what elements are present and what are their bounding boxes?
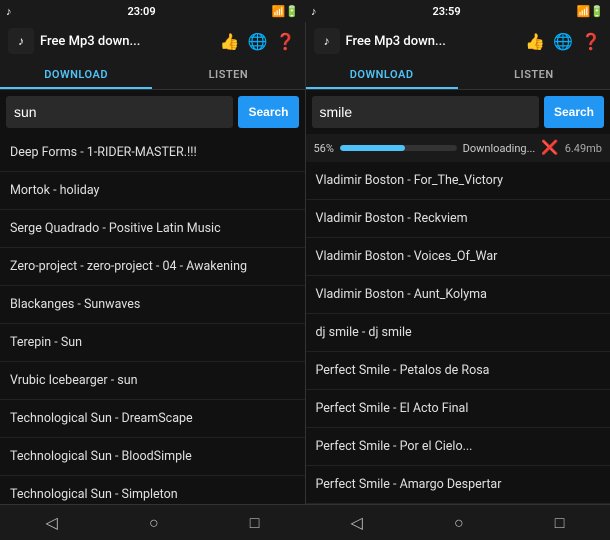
search-row-right: Search <box>306 90 610 134</box>
song-item-8-right[interactable]: Perfect Smile - Amargo Despertar <box>306 466 610 504</box>
song-item-8-left[interactable]: Technological Sun - BloodSimple <box>0 438 305 476</box>
app-icon-right: ♪ <box>314 28 340 54</box>
nav-recents-button-right[interactable]: □ <box>545 509 575 537</box>
nav-back-button-left[interactable]: ◁ <box>36 509 68 536</box>
song-list-left: Deep Forms - 1-RIDER-MASTER.!!!Mortok - … <box>0 134 305 504</box>
app-header-right: ♪ Free Mp3 down... 👍 🌐 ❓ <box>306 22 610 60</box>
app-title-right: Free Mp3 down... <box>346 34 519 49</box>
search-input-right[interactable] <box>312 96 539 128</box>
search-button-right[interactable]: Search <box>544 96 604 128</box>
status-time-right: 23:59 <box>432 5 460 18</box>
progress-fill-right <box>340 145 405 151</box>
tab-download-left[interactable]: DOWNLOAD <box>0 60 152 89</box>
song-item-5-left[interactable]: Terepin - Sun <box>0 324 305 362</box>
song-item-3-right[interactable]: Vladimir Boston - Aunt_Kolyma <box>306 276 610 314</box>
download-percent-right: 56% <box>314 142 334 155</box>
song-item-0-right[interactable]: Vladimir Boston - For_The_Victory <box>306 162 610 200</box>
search-input-left[interactable] <box>6 96 233 128</box>
song-item-7-right[interactable]: Perfect Smile - Por el Cielo... <box>306 428 610 466</box>
bottom-navigation: ◁ ○ □ ◁ ○ □ <box>0 504 610 540</box>
tab-listen-left[interactable]: LISTEN <box>152 60 304 89</box>
nav-back-button-right[interactable]: ◁ <box>341 509 373 536</box>
song-item-3-left[interactable]: Zero-project - zero-project - 04 - Awake… <box>0 248 305 286</box>
app-icon-left: ♪ <box>8 28 34 54</box>
song-item-9-left[interactable]: Technological Sun - Simpleton <box>0 476 305 504</box>
header-icon-1-right[interactable]: 🌐 <box>552 30 574 52</box>
song-item-6-left[interactable]: Vrubic Icebearger - sun <box>0 362 305 400</box>
panel-left: ♪ Free Mp3 down... 👍 🌐 ❓ DOWNLOADLISTEN Sea… <box>0 22 306 504</box>
song-item-2-left[interactable]: Serge Quadrado - Positive Latin Music <box>0 210 305 248</box>
song-item-0-left[interactable]: Deep Forms - 1-RIDER-MASTER.!!! <box>0 134 305 172</box>
header-icon-1-left[interactable]: 🌐 <box>247 30 269 52</box>
tab-listen-right[interactable]: LISTEN <box>458 60 610 89</box>
main-panels: ♪ Free Mp3 down... 👍🌐❓ DOWNLOADLISTENSea… <box>0 22 610 504</box>
status-time-left: 23:09 <box>127 5 155 18</box>
song-list-right: Vladimir Boston - For_The_VictoryVladimi… <box>306 162 610 504</box>
nav-panel-left: ◁ ○ □ <box>0 504 305 540</box>
header-icons-right: 👍 🌐 ❓ <box>524 30 602 52</box>
tab-download-right[interactable]: DOWNLOAD <box>306 60 458 89</box>
status-left-icon-left: ♪ <box>6 5 12 18</box>
search-button-left[interactable]: Search <box>238 96 298 128</box>
header-icon-0-left[interactable]: 👍 <box>219 30 241 52</box>
status-bar-right: ♪ 23:59 📶🔋 <box>305 0 610 22</box>
file-size-right: 6.49mb <box>565 142 602 155</box>
panel-right: ♪ Free Mp3 down... 👍 🌐 ❓ DOWNLOADLISTEN Sea… <box>306 22 610 504</box>
nav-panel-right: ◁ ○ □ <box>305 504 610 540</box>
song-item-4-right[interactable]: dj smile - dj smile <box>306 314 610 352</box>
song-item-2-right[interactable]: Vladimir Boston - Voices_Of_War <box>306 238 610 276</box>
status-bar-left: ♪ 23:09 📶🔋 <box>0 0 305 22</box>
song-item-5-right[interactable]: Perfect Smile - Petalos de Rosa <box>306 352 610 390</box>
song-item-7-left[interactable]: Technological Sun - DreamScape <box>0 400 305 438</box>
song-item-4-left[interactable]: Blackanges - Sunwaves <box>0 286 305 324</box>
app-title-left: Free Mp3 down... <box>40 34 213 49</box>
tabs-left: DOWNLOADLISTEN <box>0 60 305 90</box>
nav-recents-button-left[interactable]: □ <box>240 509 270 537</box>
cancel-download-button-right[interactable]: ❌ <box>541 140 558 156</box>
status-right-icons-left: 📶🔋 <box>272 5 299 18</box>
nav-home-button-left[interactable]: ○ <box>139 509 169 537</box>
header-icons-left: 👍 🌐 ❓ <box>219 30 297 52</box>
header-icon-2-left[interactable]: ❓ <box>275 30 297 52</box>
status-right-icons-right: 📶🔋 <box>577 5 604 18</box>
download-bar-right: 56% Downloading... ❌ 6.49mb <box>306 134 610 162</box>
song-item-6-right[interactable]: Perfect Smile - El Acto Final <box>306 390 610 428</box>
download-label-right: Downloading... <box>463 142 536 155</box>
tabs-right: DOWNLOADLISTEN <box>306 60 610 90</box>
search-row-left: Search <box>0 90 305 134</box>
status-bars: ♪ 23:09 📶🔋 ♪ 23:59 📶🔋 <box>0 0 610 22</box>
header-icon-2-right[interactable]: ❓ <box>580 30 602 52</box>
progress-track-right <box>340 145 457 151</box>
song-item-1-right[interactable]: Vladimir Boston - Reckviem <box>306 200 610 238</box>
app-header-left: ♪ Free Mp3 down... 👍 🌐 ❓ <box>0 22 305 60</box>
nav-home-button-right[interactable]: ○ <box>444 509 474 537</box>
status-left-icon-right: ♪ <box>311 5 317 18</box>
header-icon-0-right[interactable]: 👍 <box>524 30 546 52</box>
song-item-1-left[interactable]: Mortok - holiday <box>0 172 305 210</box>
